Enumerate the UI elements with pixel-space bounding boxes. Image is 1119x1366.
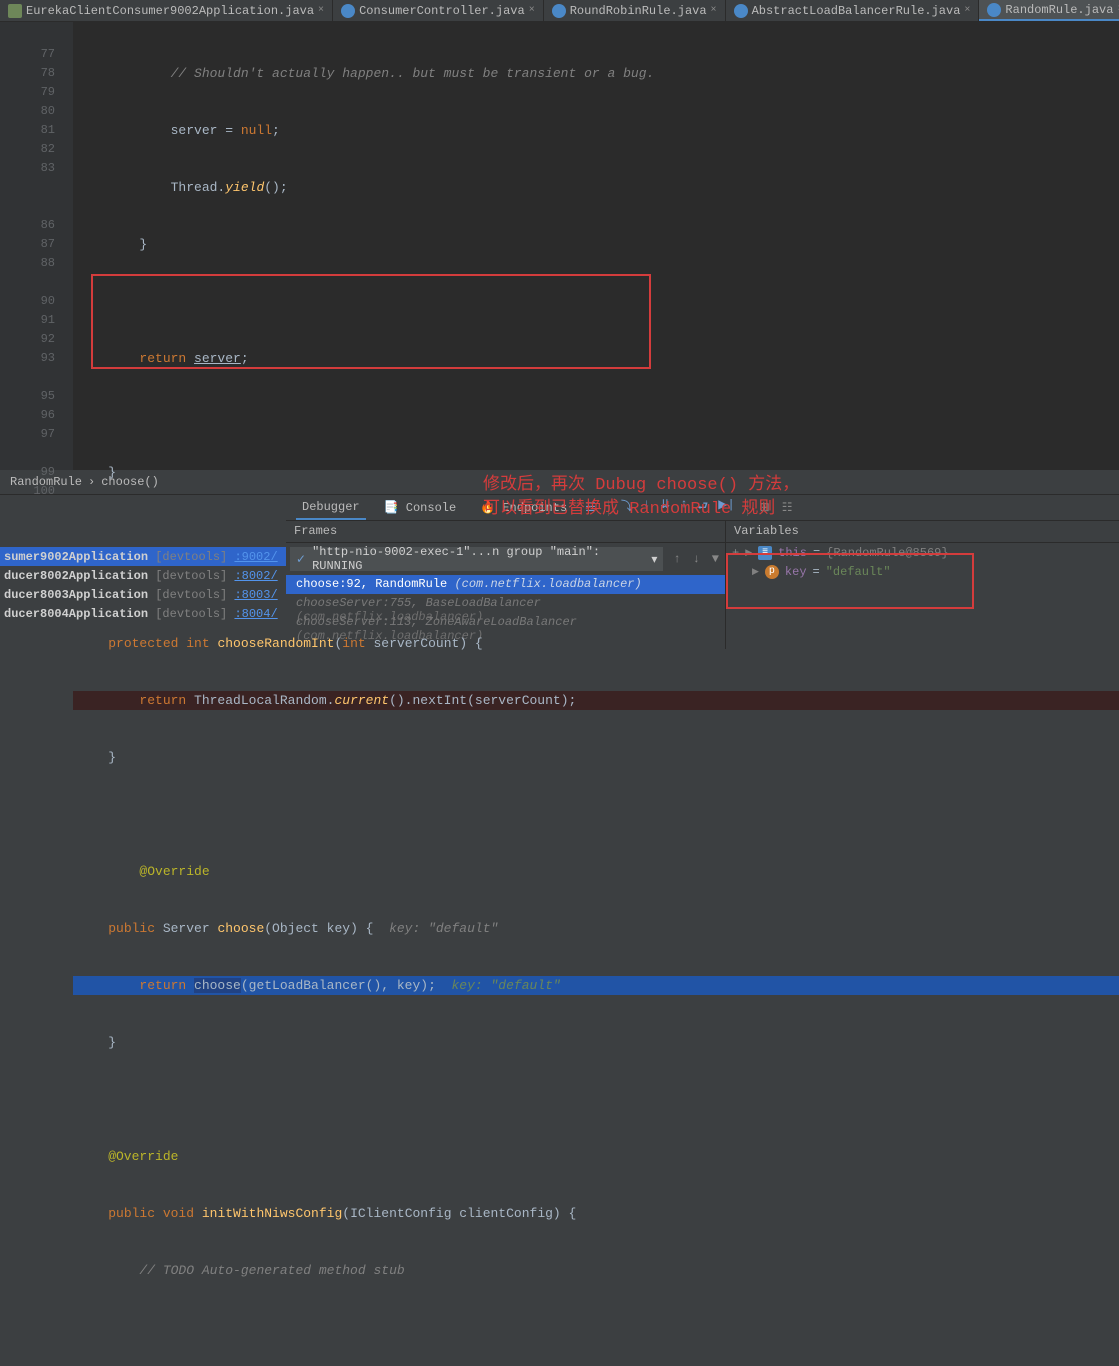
tab-file[interactable]: EurekaClientConsumer9002Application.java… xyxy=(0,0,333,21)
tab-file[interactable]: RoundRobinRule.java× xyxy=(544,0,726,21)
tab-file[interactable]: AbstractLoadBalancerRule.java× xyxy=(726,0,980,21)
java-icon xyxy=(341,4,355,18)
highlight-box xyxy=(726,553,974,609)
highlight-box xyxy=(91,274,651,369)
java-icon xyxy=(734,4,748,18)
close-icon[interactable]: × xyxy=(318,5,324,16)
tab-file[interactable]: RandomRule.java× xyxy=(979,0,1119,21)
close-icon[interactable]: × xyxy=(964,5,970,16)
code-area[interactable]: // Shouldn't actually happen.. but must … xyxy=(73,22,1119,470)
code-editor[interactable]: 77 78 79 80 81 82 83 86 87 88 90 91 92 9… xyxy=(0,22,1119,470)
close-icon[interactable]: × xyxy=(711,5,717,16)
annotation-text: 修改后，再次 Dubug choose() 方法， 可以看到已替换成 Rando… xyxy=(483,474,799,522)
java-icon xyxy=(987,3,1001,17)
java-icon xyxy=(552,4,566,18)
java-icon xyxy=(8,4,22,18)
gutter: 77 78 79 80 81 82 83 86 87 88 90 91 92 9… xyxy=(0,22,73,470)
close-icon[interactable]: × xyxy=(529,5,535,16)
tab-file[interactable]: ConsumerController.java× xyxy=(333,0,544,21)
editor-tabs: EurekaClientConsumer9002Application.java… xyxy=(0,0,1119,22)
